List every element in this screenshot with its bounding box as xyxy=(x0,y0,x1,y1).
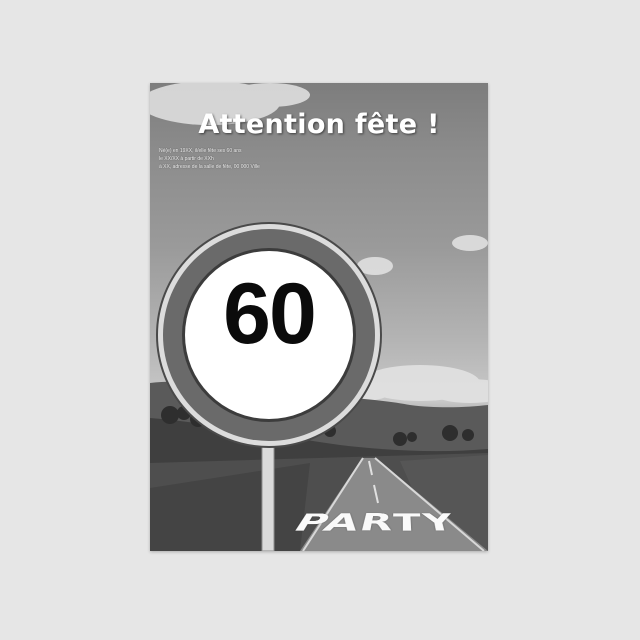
invitation-details: Né(e) en 19XX, il/elle fête ses 60 ans l… xyxy=(159,147,479,171)
speed-limit-number: 60 xyxy=(223,266,317,362)
party-invitation-poster: Attention fête ! Né(e) en 19XX, il/elle … xyxy=(150,83,488,551)
details-line: à XX, adresse de la salle de fête, 00 00… xyxy=(159,164,260,170)
details-line: le XX/XX à partir de XXh xyxy=(159,156,214,162)
details-line: Né(e) en 19XX, il/elle fête ses 60 ans xyxy=(159,148,242,154)
poster-headline: Attention fête ! xyxy=(198,109,440,140)
road-painted-word: PARTY xyxy=(287,509,461,537)
sign-pole xyxy=(261,442,275,551)
